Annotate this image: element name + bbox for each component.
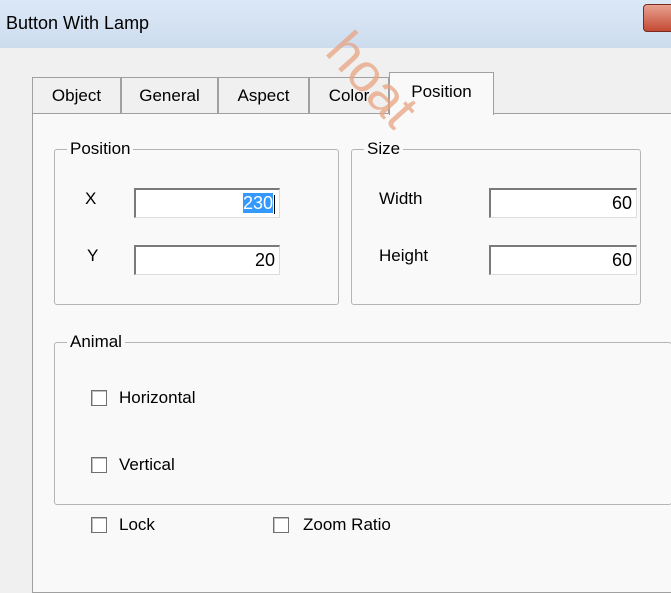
tab-general-label: General — [139, 86, 200, 105]
y-label: Y — [87, 246, 99, 265]
tab-general[interactable]: General — [121, 77, 218, 113]
x-label: X — [85, 189, 97, 208]
x-value-selected: 230 — [242, 193, 273, 213]
width-label: Width — [379, 189, 423, 208]
position-tab-panel: Position X 230 Y 20 Size Width 60 Height… — [32, 113, 671, 593]
position-group-legend: Position — [70, 139, 131, 158]
height-label: Height — [379, 246, 429, 265]
size-group: Size — [351, 139, 641, 305]
vertical-checkbox[interactable] — [91, 457, 107, 473]
vertical-label: Vertical — [119, 455, 175, 474]
width-input[interactable]: 60 — [489, 188, 637, 218]
lock-checkbox[interactable] — [91, 517, 107, 533]
height-input[interactable]: 60 — [489, 245, 637, 275]
horizontal-label: Horizontal — [119, 388, 196, 407]
tab-position[interactable]: Position — [389, 72, 494, 115]
tab-color-label: Color — [328, 86, 370, 105]
tab-position-label: Position — [411, 82, 472, 101]
text-cursor — [274, 194, 275, 214]
height-value: 60 — [611, 250, 632, 270]
title-bar: Button With Lamp — [0, 0, 671, 48]
horizontal-checkbox[interactable] — [91, 390, 107, 406]
width-value: 60 — [611, 193, 632, 213]
window-title: Button With Lamp — [6, 13, 150, 33]
animal-group-legend: Animal — [70, 332, 122, 351]
y-input[interactable]: 20 — [134, 245, 280, 275]
tab-object-label: Object — [51, 86, 102, 105]
tab-aspect[interactable]: Aspect — [218, 77, 309, 113]
zoom-ratio-checkbox[interactable] — [273, 517, 289, 533]
window-left-edge — [0, 48, 15, 579]
position-group: Position — [54, 139, 339, 305]
size-group-legend: Size — [367, 139, 401, 158]
tab-color[interactable]: Color — [309, 77, 389, 113]
lock-label: Lock — [119, 515, 155, 534]
animal-group: Animal — [54, 332, 671, 505]
y-value: 20 — [254, 250, 275, 270]
x-input[interactable]: 230 — [134, 188, 280, 218]
zoom-ratio-label: Zoom Ratio — [303, 515, 391, 534]
tab-aspect-label: Aspect — [237, 86, 290, 105]
close-button[interactable] — [643, 4, 671, 32]
tab-object[interactable]: Object — [32, 77, 121, 113]
